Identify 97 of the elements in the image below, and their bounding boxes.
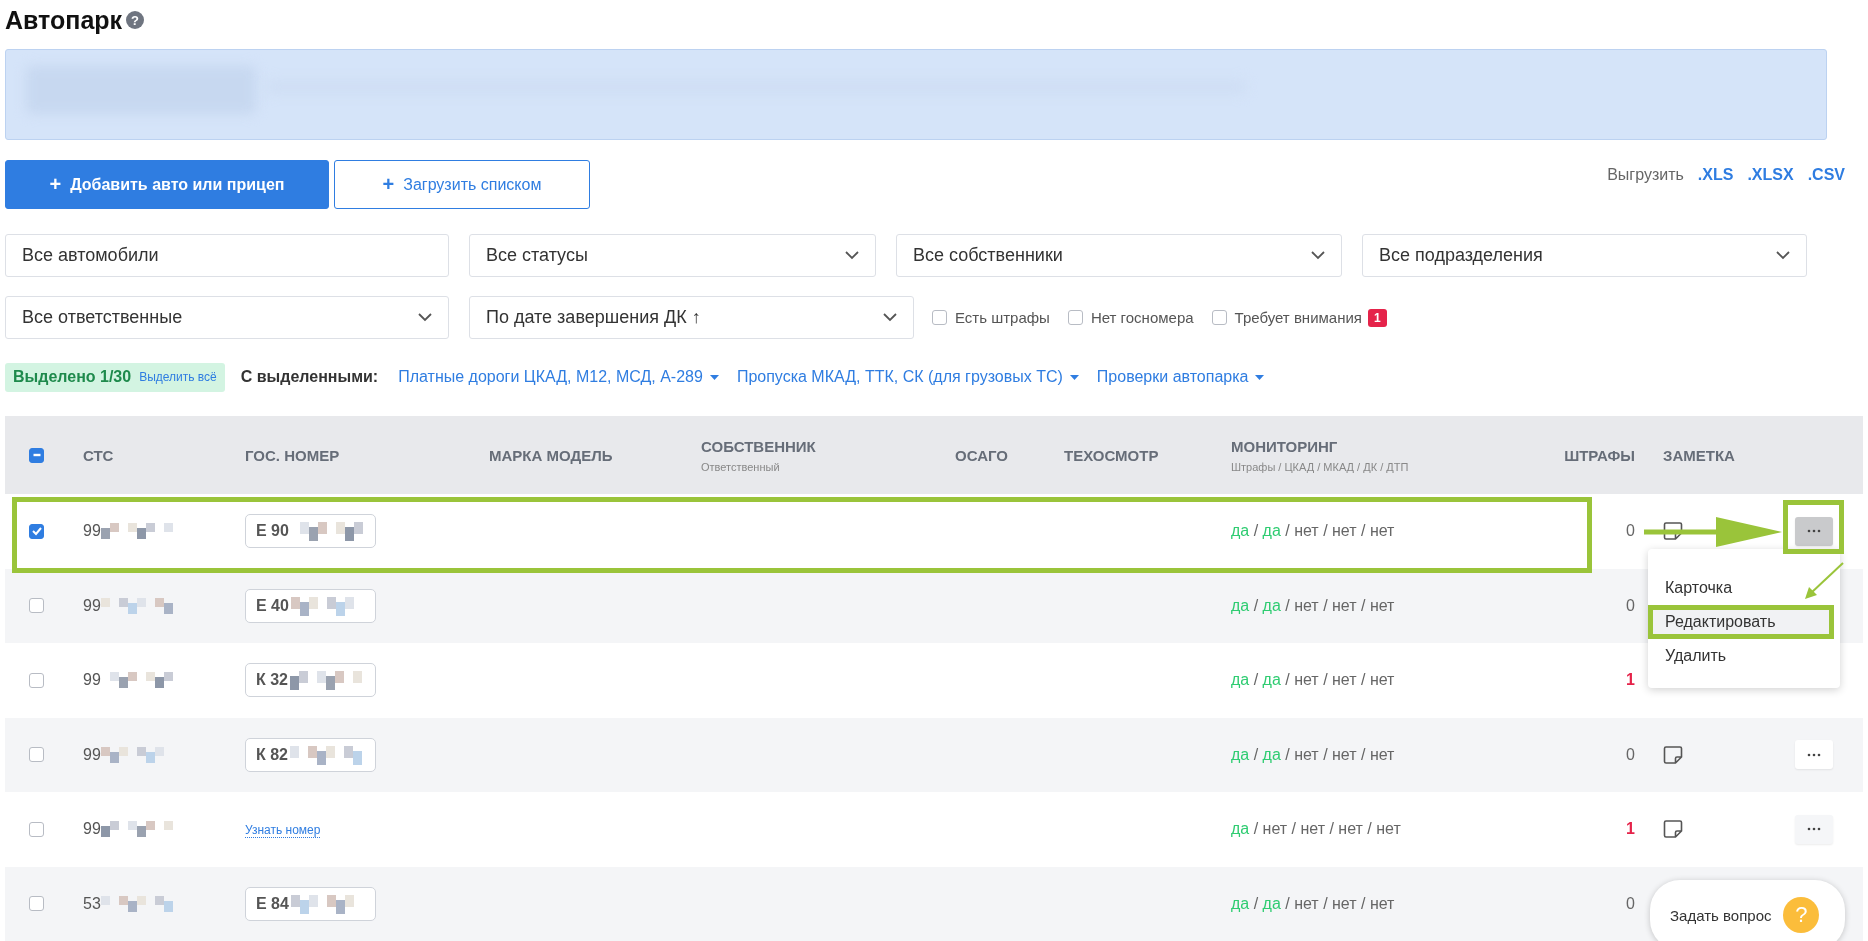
menu-item[interactable]: Карточка [1648,571,1840,605]
redacted-drawing [290,670,362,691]
dots-icon [1807,529,1821,534]
export-format-link[interactable]: .XLSX [1747,166,1794,184]
note-icon[interactable] [1663,744,1683,765]
row-checkbox[interactable] [29,896,44,912]
more-button[interactable] [1795,516,1833,546]
chevron-down-icon [845,251,859,260]
plate-text: Е 40 [256,596,289,615]
menu-item[interactable]: Редактировать [1648,605,1834,639]
filter-dropdown[interactable]: Все собственники [896,234,1342,277]
help-icon[interactable]: ? [126,11,145,29]
chevron-down-icon [1311,251,1325,260]
caret-icon [709,374,719,380]
chevron-down-icon [418,313,432,322]
annotation-arrow [1803,561,1845,601]
column-header: МАРКА МОДЕЛЬ [489,446,614,464]
row-checkbox[interactable] [29,747,44,763]
row-checkbox[interactable] [29,672,44,688]
export-format-link[interactable]: .CSV [1807,166,1845,184]
column-header: ОСАГО [955,446,1009,464]
column-subtitle: Ответственный [701,460,781,473]
caret-icon [1255,374,1265,380]
note-icon[interactable] [1663,521,1683,542]
column-header: ШТРАФЫ [1563,446,1635,464]
check-icon [30,525,43,538]
search-field[interactable]: Все автомобили [5,234,449,277]
more-button[interactable] [1795,740,1833,770]
checkbox-label: Нет госномера [1090,309,1194,326]
fines-count: 0 [1626,596,1635,614]
row-checkbox[interactable] [29,598,44,614]
checkbox-label: Требует внимания [1234,309,1362,326]
checkbox[interactable] [1211,310,1227,325]
add-vehicle-button[interactable]: + Добавить авто или прицеп [5,160,329,209]
caret-icon [1069,374,1079,380]
column-subtitle: Штрафы / ЦКАД / МКАД / ДК / ДТП [1231,460,1410,473]
column-header: МОНИТОРИНГ [1231,437,1339,455]
select-all-link[interactable]: Выделить всё [139,370,217,384]
bulk-action-dropdown[interactable]: Проверки автопарка [1096,368,1265,386]
count-badge: 1 [1367,308,1387,327]
filter-dropdown[interactable]: Все ответственные [5,296,449,339]
table-cell: 99 [83,596,101,615]
table-cell: 99 [83,522,101,541]
dots-icon [1807,752,1821,757]
note-icon[interactable] [1663,819,1683,840]
plate-text: Е 90 [256,522,289,541]
checkbox[interactable] [932,310,947,325]
table-cell: 99 [83,745,101,764]
column-header: СОБСТВЕННИК [701,437,817,455]
monitoring-status: да / да / нет / нет / нет [1231,596,1395,614]
chevron-down-icon [883,313,897,322]
more-button[interactable] [1795,814,1833,844]
filter-dropdown[interactable]: Все подразделения [1362,234,1807,277]
plate-text: Е 84 [256,894,289,913]
fines-count: 0 [1626,894,1635,912]
column-header: ТЕХОСМОТР [1064,446,1160,464]
column-header: СТС [83,446,115,464]
upload-list-button[interactable]: + Загрузить списком [334,160,590,209]
monitoring-status: да / нет / нет / нет / нет [1231,820,1401,838]
bulk-actions-label: С выделенными: [240,368,379,386]
chat-label: Задать вопрос [1670,906,1772,924]
export-label: Выгрузить [1607,166,1684,184]
chevron-down-icon [1776,251,1790,260]
fines-count: 1 [1626,820,1635,838]
fines-count: 0 [1626,745,1635,763]
checkbox-label: Есть штрафы [955,309,1050,326]
redacted-drawing [290,744,362,765]
select-all-checkbox[interactable] [29,447,44,463]
column-header: ЗАМЕТКА [1663,446,1735,464]
table-cell: 99 [83,671,101,690]
filter-dropdown[interactable]: По дате завершения ДК ↑ [469,296,914,339]
plate-text: К 32 [256,671,288,690]
export-format-link[interactable]: .XLS [1697,166,1734,184]
fines-count: 0 [1626,522,1635,540]
row-checkbox[interactable] [29,821,44,837]
dots-icon [1807,827,1821,832]
monitoring-status: да / да / нет / нет / нет [1231,522,1395,540]
monitoring-status: да / да / нет / нет / нет [1231,894,1395,912]
table-cell: 53 [83,894,101,913]
fines-count: 1 [1626,671,1635,689]
checkbox[interactable] [1067,310,1083,325]
row-checkbox[interactable] [29,523,44,539]
plate-text: К 82 [256,745,288,764]
chat-widget[interactable]: Задать вопрос ? [1650,880,1845,941]
table-cell: 99 [83,820,101,839]
highlight-frame [1783,500,1844,554]
monitoring-status: да / да / нет / нет / нет [1231,745,1395,763]
page-title: Автопарк [5,5,123,35]
column-header: ГОС. НОМЕР [245,446,341,464]
monitoring-status: да / да / нет / нет / нет [1231,671,1395,689]
menu-item[interactable]: Удалить [1648,639,1840,673]
bulk-action-dropdown[interactable]: Пропуска МКАД, ТТК, СК (для грузовых ТС) [736,368,1079,386]
filter-dropdown[interactable]: Все статусы [469,234,876,277]
find-number-link[interactable]: Узнать номер [245,823,321,839]
selection-count: Выделено 1/30 [13,368,132,386]
help-icon: ? [1783,897,1820,933]
bulk-action-dropdown[interactable]: Платные дороги ЦКАД, М12, МСД, А-289 [398,368,719,386]
